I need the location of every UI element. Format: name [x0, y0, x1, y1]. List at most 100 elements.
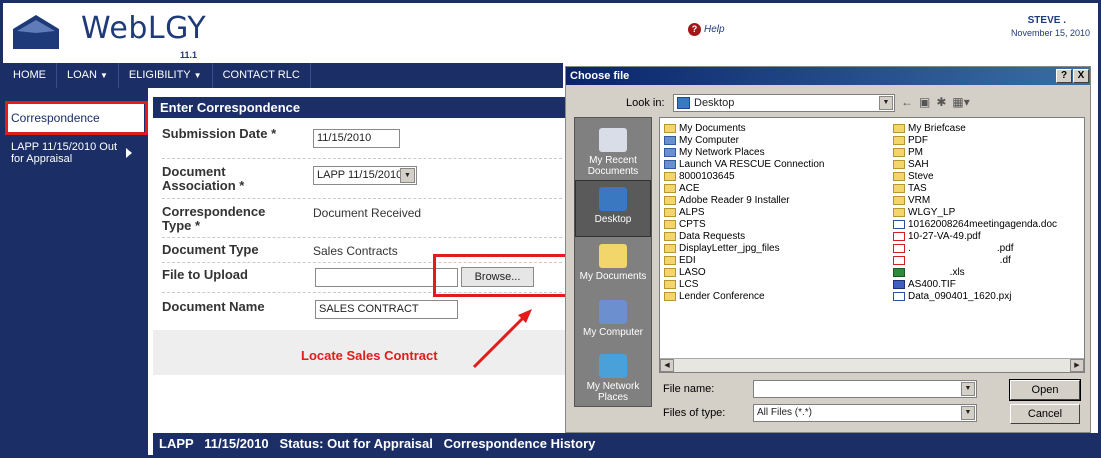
nav-eligibility[interactable]: ELIGIBILITY ▼ [119, 63, 213, 88]
house-logo-icon [13, 15, 59, 49]
file-name: 8000103645 [679, 170, 735, 182]
nav-contact-label: CONTACT RLC [222, 69, 300, 81]
file-name: LASO [679, 266, 706, 278]
close-button[interactable]: X [1073, 69, 1089, 83]
file-list-item[interactable]: 8000103645 [664, 170, 824, 182]
file-name: ACE [679, 182, 700, 194]
file-list-item[interactable]: DisplayLetter_jpg_files [664, 242, 824, 254]
up-folder-icon[interactable]: ▣ [919, 95, 930, 109]
document-name-input[interactable]: SALES CONTRACT [315, 300, 458, 319]
correspondence-type-label: Correspondence Type * [162, 204, 266, 233]
help-link[interactable]: ? Help [688, 23, 725, 36]
chevron-down-icon[interactable]: ▼ [961, 406, 975, 420]
new-folder-icon[interactable]: ✱ [936, 95, 946, 109]
correspondence-type-value: Document Received [313, 206, 422, 220]
folder-icon [893, 183, 905, 193]
file-list-item[interactable]: ACE [664, 182, 824, 194]
document-association-select[interactable]: LAPP 11/15/2010 ▼ [313, 166, 417, 185]
recent-documents-icon [599, 128, 627, 152]
pdf-file-icon [893, 243, 905, 253]
desktop-icon [677, 97, 690, 109]
place-desktop[interactable]: Desktop [575, 180, 651, 237]
file-list-item[interactable]: Lender Conference [664, 290, 824, 302]
file-list-item[interactable]: LASO [664, 266, 824, 278]
left-sidebar: Correspondence LAPP 11/15/2010 Out for A… [3, 88, 148, 455]
file-list-item[interactable]: .xls [893, 266, 1057, 278]
app-header: WebLGY 11.1 ? Help STEVE . November 15, … [3, 3, 1098, 63]
file-list-item[interactable]: My Network Places [664, 146, 824, 158]
folder-icon [664, 255, 676, 265]
file-name: Adobe Reader 9 Installer [679, 194, 790, 206]
file-list-item[interactable]: .df [893, 254, 1057, 266]
file-list-item[interactable]: 10-27-VA-49.pdf [893, 230, 1057, 242]
chevron-down-icon: ▼ [193, 71, 202, 80]
files-of-type-value: All Files (*.*) [757, 407, 813, 418]
place-recent-documents[interactable]: My Recent Documents [575, 122, 651, 179]
file-name: CPTS [679, 218, 706, 230]
places-bar: My Recent Documents Desktop My Documents… [574, 117, 652, 407]
file-list-item[interactable]: My Documents [664, 122, 824, 134]
nav-contact-rlc[interactable]: CONTACT RLC [213, 63, 311, 88]
file-list-item[interactable]: Adobe Reader 9 Installer [664, 194, 824, 206]
nav-home[interactable]: HOME [3, 63, 57, 88]
back-icon[interactable]: ← [901, 95, 913, 109]
file-list-item[interactable]: SAH [893, 158, 1057, 170]
file-name: My Documents [679, 122, 746, 134]
file-list-item[interactable]: Steve [893, 170, 1057, 182]
chevron-down-icon[interactable]: ▼ [961, 382, 975, 396]
file-list-item[interactable]: Data_090401_1620.pxj [893, 290, 1057, 302]
file-list-item[interactable]: AS400.TIF [893, 278, 1057, 290]
file-list-item[interactable]: . .pdf [893, 242, 1057, 254]
file-column-2: My Briefcase PDF PM SAH Steve TAS VRM WLGY_LP 10… [893, 122, 1057, 302]
place-my-computer[interactable]: My Computer [575, 294, 651, 351]
file-list-item[interactable]: LCS [664, 278, 824, 290]
file-list-item[interactable]: CPTS [664, 218, 824, 230]
submission-date-input[interactable]: 11/15/2010 [313, 129, 400, 148]
row-divider [162, 158, 562, 159]
file-name: Data_090401_1620.pxj [908, 290, 1012, 302]
file-list-item[interactable]: EDI [664, 254, 824, 266]
nav-loan[interactable]: LOAN ▼ [57, 63, 119, 88]
scroll-right-icon[interactable]: ▶ [1070, 359, 1084, 372]
file-name: EDI [679, 254, 696, 266]
file-list-item[interactable]: PDF [893, 134, 1057, 146]
folder-icon [664, 207, 676, 217]
scroll-left-icon[interactable]: ◀ [660, 359, 674, 372]
files-of-type-select[interactable]: All Files (*.*) ▼ [753, 404, 977, 422]
file-name: DisplayLetter_jpg_files [679, 242, 780, 254]
chevron-down-icon[interactable]: ▼ [400, 168, 415, 183]
look-in-label: Look in: [626, 97, 665, 109]
cancel-button[interactable]: Cancel [1010, 404, 1080, 424]
help-button[interactable]: ? [1056, 69, 1072, 83]
chevron-down-icon[interactable]: ▼ [879, 96, 893, 110]
user-info: STEVE . November 15, 2010 [1011, 15, 1090, 38]
file-name: . .pdf [908, 242, 1014, 254]
file-name-input[interactable]: ▼ [753, 380, 977, 398]
loan-status-bar: LAPP 11/15/2010 Status: Out for Appraisa… [153, 433, 1098, 455]
file-list-item[interactable]: Data Requests [664, 230, 824, 242]
file-list-item[interactable]: TAS [893, 182, 1057, 194]
file-list-item[interactable]: My Computer [664, 134, 824, 146]
horizontal-scrollbar[interactable]: ◀ ▶ [660, 358, 1084, 372]
folder-icon [664, 183, 676, 193]
annotation-arrow-icon [472, 309, 532, 369]
file-list-item[interactable]: Launch VA RESCUE Connection [664, 158, 824, 170]
file-list-item[interactable]: WLGY_LP [893, 206, 1057, 218]
file-column-1: My Documents My Computer My Network Places… [664, 122, 824, 302]
row-divider [162, 198, 562, 199]
file-list-item[interactable]: PM [893, 146, 1057, 158]
file-list-item[interactable]: 10162008264meetingagenda.doc [893, 218, 1057, 230]
file-name: PM [908, 146, 923, 158]
folder-icon [893, 207, 905, 217]
file-list-item[interactable]: VRM [893, 194, 1057, 206]
view-menu-icon[interactable]: ▦▾ [952, 95, 969, 109]
open-button[interactable]: Open [1009, 379, 1081, 401]
place-my-documents[interactable]: My Documents [575, 238, 651, 295]
row-divider [162, 237, 562, 238]
look-in-select[interactable]: Desktop ▼ [673, 94, 895, 112]
file-list-item[interactable]: My Briefcase [893, 122, 1057, 134]
file-list-item[interactable]: ALPS [664, 206, 824, 218]
expand-arrow-icon[interactable] [126, 148, 132, 158]
place-network[interactable]: My Network Places [575, 348, 651, 405]
sidebar-item-loan[interactable]: LAPP 11/15/2010 Out for Appraisal [11, 141, 131, 165]
